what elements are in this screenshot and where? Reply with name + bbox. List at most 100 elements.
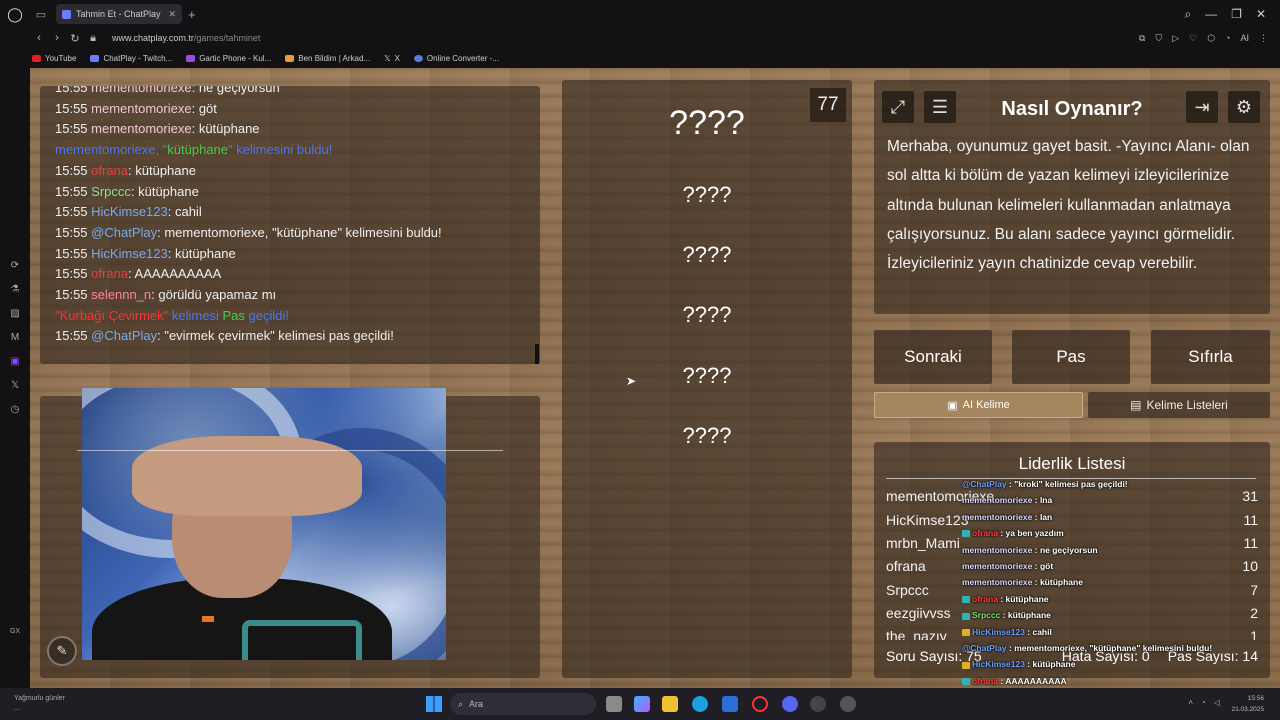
chat-message: : "evirmek çevirmek" kelimesi pas geçild…: [157, 328, 394, 344]
shield-icon[interactable]: ⛉: [1155, 33, 1162, 44]
overlay-message: : cahil: [1024, 626, 1052, 637]
clock-icon[interactable]: ◷: [11, 404, 20, 415]
task-view-icon[interactable]: [606, 696, 622, 712]
store-icon[interactable]: [722, 696, 738, 712]
reset-button[interactable]: Sıfırla: [1151, 330, 1270, 384]
next-button[interactable]: Sonraki: [874, 330, 992, 384]
overlay-chat-line: mementomoriexe : ne geçiyorsun: [962, 542, 1280, 558]
opera-logo-icon[interactable]: ◯: [0, 0, 30, 28]
tab-title: Tahmin Et - ChatPlay: [76, 9, 161, 19]
discord-icon[interactable]: [782, 696, 798, 712]
webcam-feed: [82, 388, 446, 660]
chat-badge-icon: [962, 612, 970, 620]
chat-badge-icon: [962, 628, 970, 636]
tab-menu-icon[interactable]: ▭: [30, 0, 52, 28]
ai-word-label: AI Kelime: [962, 399, 1010, 411]
volume-icon[interactable]: ◁: [1214, 698, 1220, 707]
maximize-icon[interactable]: ❐: [1231, 7, 1242, 22]
bookmark-chatplay[interactable]: ChatPlay - Twitch...: [90, 54, 172, 63]
copilot-icon[interactable]: [634, 696, 650, 712]
network-icon[interactable]: ◔: [1201, 698, 1206, 707]
new-tab-button[interactable]: +: [188, 7, 196, 22]
system-message: kütüphane: [167, 142, 228, 158]
bookmark-x[interactable]: 𝕏X: [384, 54, 400, 63]
browser-tab[interactable]: Tahmin Et - ChatPlay ✕: [56, 4, 182, 24]
gartic-icon: [186, 54, 196, 62]
heart-icon[interactable]: ♡: [1189, 33, 1197, 44]
settings-gear-icon[interactable]: ⚙: [1228, 91, 1260, 123]
edge-icon[interactable]: [692, 696, 708, 712]
word-lists-button[interactable]: ▤ Kelime Listeleri: [1088, 392, 1270, 418]
tag-icon[interactable]: ▨: [10, 308, 19, 319]
system-clock[interactable]: 15:56 21.03.2025: [1231, 693, 1264, 715]
search-icon[interactable]: ⌕: [1184, 7, 1191, 22]
twitch-icon[interactable]: ▣: [10, 356, 19, 367]
overlay-message: : lna: [1032, 495, 1053, 506]
forward-icon[interactable]: ›: [48, 32, 66, 44]
chat-username[interactable]: ofrana: [91, 163, 128, 178]
chevron-up-icon[interactable]: ˄: [1188, 698, 1193, 707]
chat-line: 15:55 mementomoriexe: göt: [55, 99, 536, 120]
chat-username[interactable]: HicKimse123: [91, 246, 168, 261]
file-explorer-icon[interactable]: [662, 696, 678, 712]
word-lists-label: Kelime Listeleri: [1146, 398, 1228, 412]
windows-start-icon[interactable]: [426, 696, 442, 712]
pass-button[interactable]: Pas: [1012, 330, 1130, 384]
menu-icon[interactable]: ⋮: [1259, 33, 1268, 44]
play-icon[interactable]: ▷: [1172, 33, 1179, 44]
system-message: kelimesi: [168, 307, 223, 323]
bookmark-gartic[interactable]: Gartic Phone - Kul...: [186, 54, 271, 63]
chat-username[interactable]: @ChatPlay: [91, 225, 157, 240]
chat-username[interactable]: selennn_n: [91, 287, 151, 302]
taskbar-search[interactable]: ⌕ Ara: [450, 693, 596, 715]
bookmark-youtube[interactable]: YouTube: [32, 54, 76, 63]
exit-icon[interactable]: ⇥: [1186, 91, 1218, 123]
overlay-chat-line: mementomoriexe : lna: [962, 492, 1280, 508]
chat-username[interactable]: Srpccc: [91, 184, 131, 199]
chat-time: 15:55: [55, 121, 92, 137]
weather-widget[interactable]: Yağmurlu günler ...: [14, 694, 65, 714]
minimize-icon[interactable]: —: [1205, 7, 1217, 22]
forbidden-word: ????: [682, 302, 732, 327]
mouse-cursor-icon: ➤: [626, 374, 637, 388]
gx-label: GX: [9, 628, 21, 635]
ai-icon[interactable]: AI: [1240, 33, 1249, 44]
chat-username[interactable]: mementomoriexe: [91, 121, 191, 136]
forbidden-word: ????: [682, 242, 732, 267]
flask-icon[interactable]: ⚗: [11, 284, 20, 295]
reload-icon[interactable]: ↻: [66, 32, 84, 45]
snapshot-icon[interactable]: ⧉: [1139, 33, 1145, 44]
chat-username[interactable]: ofrana: [91, 266, 128, 281]
opera-gx-icon[interactable]: [752, 696, 768, 712]
chat-username[interactable]: mementomoriexe: [91, 86, 191, 95]
chat-scroll-indicator[interactable]: [535, 344, 539, 364]
bookmark-label: YouTube: [45, 53, 77, 63]
history-refresh-icon[interactable]: ⟳: [11, 260, 19, 271]
overlay-chat-line: HicKimse123 : kütüphane: [962, 656, 1280, 672]
chat-message: : AAAAAAAAAA: [128, 266, 222, 282]
bookmark-converter[interactable]: Online Converter -...: [413, 54, 499, 63]
messenger-icon[interactable]: M: [11, 332, 19, 343]
pencil-icon[interactable]: ✎: [47, 636, 77, 666]
chat-username[interactable]: HicKimse123: [91, 204, 168, 219]
chat-username[interactable]: @ChatPlay: [91, 328, 157, 343]
overlay-username: HicKimse123: [972, 626, 1025, 637]
chat-time: 15:55: [55, 287, 92, 303]
overlay-message: : göt: [1032, 561, 1054, 572]
back-icon[interactable]: ‹: [30, 32, 48, 44]
overlay-message: : "kroki" kelimesi pas geçildi!: [1006, 479, 1128, 489]
ai-word-button[interactable]: ▣ AI Kelime: [874, 392, 1083, 418]
extensions-icon[interactable]: ⬡: [1207, 33, 1215, 44]
app-icon[interactable]: [840, 696, 856, 712]
close-window-icon[interactable]: ✕: [1256, 7, 1266, 22]
profile-icon[interactable]: ◔: [1225, 33, 1230, 44]
bookmark-benbildim[interactable]: Ben Bildim | Arkad...: [285, 54, 370, 63]
x-icon[interactable]: 𝕏: [11, 380, 19, 391]
close-tab-icon[interactable]: ✕: [168, 9, 176, 20]
player-name: ofrana: [886, 558, 926, 574]
overlay-username: Srpccc: [972, 610, 1001, 621]
obs-icon[interactable]: [810, 696, 826, 712]
chat-message: : kütüphane: [167, 245, 236, 261]
chat-username[interactable]: mementomoriexe: [91, 101, 191, 116]
url-field[interactable]: www.chatplay.com.tr/games/tahminet: [112, 33, 260, 43]
